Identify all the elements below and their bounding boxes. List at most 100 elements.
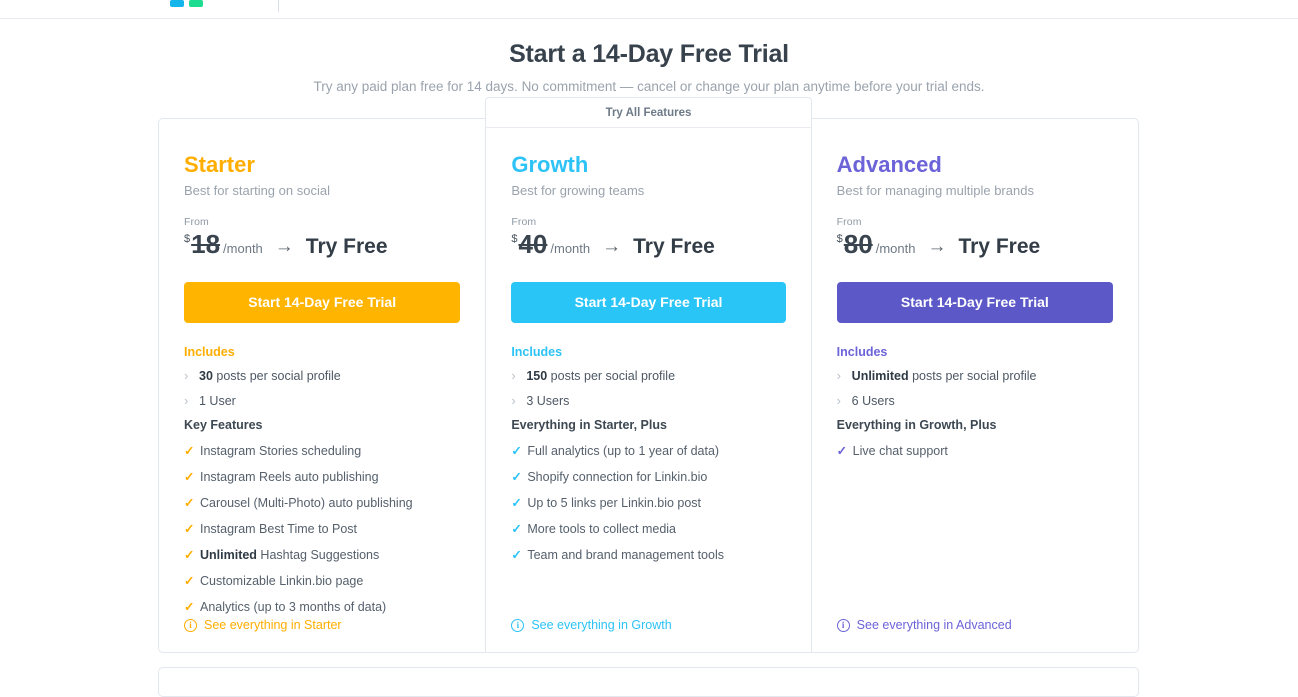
price-row: $18/month → Try Free <box>184 229 460 263</box>
top-header-bar <box>0 0 1298 19</box>
check-icon: ✓ <box>184 548 195 562</box>
plan-description: Best for growing teams <box>511 183 645 198</box>
feature-item-label: Analytics (up to 3 months of data) <box>200 600 387 614</box>
includes-list: › 150 posts per social profile › 3 Users <box>511 368 785 409</box>
see-everything-label: See everything in Advanced <box>856 618 1012 632</box>
currency-symbol: $ <box>836 233 843 245</box>
feature-item: ✓ Shopify connection for Linkin.bio <box>511 469 785 485</box>
price-amount: 18 <box>191 229 221 259</box>
feature-item-label: Full analytics (up to 1 year of data) <box>527 444 720 458</box>
feature-item: ✓ Instagram Reels auto publishing <box>184 469 460 485</box>
check-icon: ✓ <box>511 470 522 484</box>
check-icon: ✓ <box>184 444 195 458</box>
chevron-right-icon: › <box>836 393 842 408</box>
includes-list: › Unlimited posts per social profile › 6 Us… <box>837 368 1113 409</box>
price-amount: 40 <box>518 229 548 259</box>
chevron-right-icon: › <box>836 368 842 383</box>
feature-item-label: Instagram Reels auto publishing <box>200 470 379 484</box>
chevron-right-icon: › <box>184 368 189 383</box>
feature-item-label: Instagram Best Time to Post <box>200 522 358 536</box>
feature-item: ✓ Team and brand management tools <box>511 547 785 563</box>
pricing-plans-card: Starter Best for starting on social From $1… <box>158 97 1139 653</box>
feature-item: ✓ Analytics (up to 3 months of data) <box>184 599 460 615</box>
plan-columns: Starter Best for starting on social From $1… <box>159 97 1138 652</box>
features-heading: Everything in Growth, Plus <box>836 418 997 432</box>
includes-item[interactable]: › 150 posts per social profile <box>511 368 785 384</box>
currency-symbol: $ <box>511 233 518 245</box>
try-free-text: Try Free <box>958 235 1041 258</box>
includes-item-label: 150 posts per social profile <box>526 369 676 383</box>
check-icon: ✓ <box>184 470 195 484</box>
arrow-right-icon: → <box>602 235 622 257</box>
price-amount: 80 <box>843 229 873 259</box>
includes-heading: Includes <box>836 345 888 359</box>
feature-item-label: Instagram Stories scheduling <box>200 444 362 458</box>
check-icon: ✓ <box>511 496 522 510</box>
feature-item: ✓ Instagram Stories scheduling <box>184 443 460 459</box>
check-icon: ✓ <box>184 522 195 536</box>
see-everything-link-growth[interactable]: i See everything in Growth <box>511 618 672 632</box>
includes-heading: Includes <box>511 345 563 359</box>
see-everything-label: See everything in Growth <box>531 618 672 632</box>
check-icon: ✓ <box>184 574 195 588</box>
info-icon: i <box>836 618 850 632</box>
features-list: ✓ Instagram Stories scheduling ✓ Instagram … <box>184 443 460 615</box>
from-label: From <box>836 216 862 228</box>
info-icon: i <box>511 618 525 632</box>
features-list: ✓ Full analytics (up to 1 year of data) ✓ S… <box>511 443 785 563</box>
features-list: ✓ Live chat support <box>837 443 1113 459</box>
includes-item-label: 3 Users <box>526 394 570 408</box>
check-icon: ✓ <box>184 496 195 510</box>
see-everything-link-starter[interactable]: i See everything in Starter <box>184 618 342 632</box>
includes-item[interactable]: › 1 User <box>184 393 460 409</box>
start-trial-button-advanced[interactable]: Start 14-Day Free Trial <box>836 282 1113 323</box>
check-icon: ✓ <box>836 444 848 458</box>
includes-item[interactable]: › 3 Users <box>511 393 785 409</box>
try-free-text: Try Free <box>633 235 715 258</box>
chevron-right-icon: › <box>511 368 516 383</box>
price-row: $40/month → Try Free <box>511 229 785 263</box>
feature-item: ✓ Unlimited Hashtag Suggestions <box>184 547 460 563</box>
brand-logo-icon[interactable] <box>170 0 204 7</box>
plan-column-advanced: Advanced Best for managing multiple brand… <box>812 119 1138 652</box>
see-everything-link-advanced[interactable]: i See everything in Advanced <box>836 618 1012 632</box>
price-period: /month <box>223 241 263 256</box>
includes-item[interactable]: › 6 Users <box>837 393 1113 409</box>
chevron-right-icon: › <box>184 393 189 408</box>
page-title: Start a 14-Day Free Trial <box>509 40 789 68</box>
check-icon: ✓ <box>511 444 522 458</box>
includes-item[interactable]: › 30 posts per social profile <box>184 368 460 384</box>
feature-item: ✓ Customizable Linkin.bio page <box>184 573 460 589</box>
from-label: From <box>184 216 209 228</box>
feature-item-label: More tools to collect media <box>527 522 677 536</box>
includes-heading: Includes <box>184 345 235 359</box>
features-heading: Key Features <box>184 418 263 432</box>
feature-item-label: Up to 5 links per Linkin.bio post <box>527 496 702 510</box>
includes-item-label: 6 Users <box>851 394 895 408</box>
plan-description: Best for managing multiple brands <box>836 183 1034 198</box>
feature-item-label: Live chat support <box>852 444 948 458</box>
check-icon: ✓ <box>511 522 522 536</box>
check-icon: ✓ <box>511 548 522 562</box>
includes-item[interactable]: › Unlimited posts per social profile <box>837 368 1113 384</box>
page-subtitle: Try any paid plan free for 14 days. No c… <box>313 79 985 94</box>
plan-description: Best for starting on social <box>184 183 330 198</box>
next-section-card <box>158 667 1139 697</box>
check-icon: ✓ <box>184 600 195 614</box>
plan-name-growth: Growth <box>511 152 589 177</box>
from-label: From <box>511 216 537 228</box>
plan-column-growth: Try All Features Growth Best for growing t… <box>485 97 812 652</box>
plan-column-starter: Starter Best for starting on social From $1… <box>159 119 485 652</box>
try-all-features-ribbon: Try All Features <box>486 98 811 128</box>
chevron-right-icon: › <box>511 393 516 408</box>
start-trial-button-starter[interactable]: Start 14-Day Free Trial <box>184 282 461 323</box>
feature-item-label: Unlimited Hashtag Suggestions <box>200 548 380 562</box>
feature-item: ✓ More tools to collect media <box>511 521 785 537</box>
includes-item-label: Unlimited posts per social profile <box>851 369 1037 383</box>
feature-item: ✓ Instagram Best Time to Post <box>184 521 460 537</box>
info-icon: i <box>184 618 197 632</box>
feature-item: ✓ Full analytics (up to 1 year of data) <box>511 443 785 459</box>
start-trial-button-growth[interactable]: Start 14-Day Free Trial <box>511 282 786 323</box>
includes-item-label: 30 posts per social profile <box>199 369 341 383</box>
feature-item-label: Customizable Linkin.bio page <box>200 574 364 588</box>
